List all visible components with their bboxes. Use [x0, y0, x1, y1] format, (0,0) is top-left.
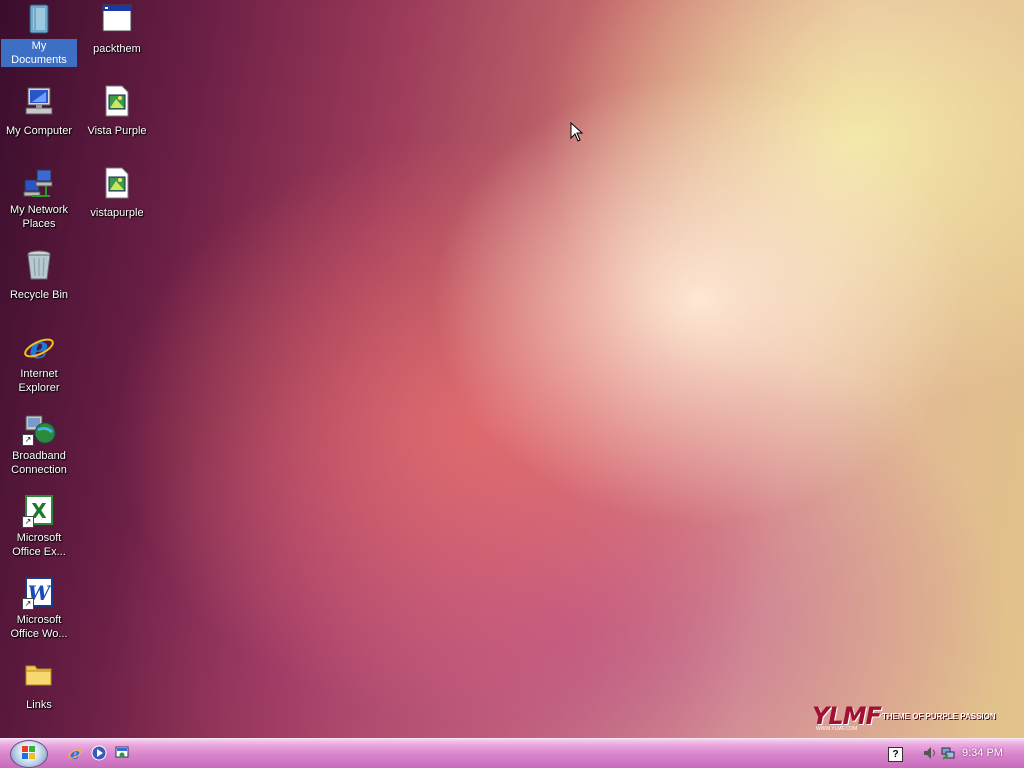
tray-speaker[interactable]	[922, 745, 938, 761]
image-file-icon	[100, 84, 134, 118]
quick-launch-internet-explorer[interactable]: e	[67, 745, 83, 763]
network-places-icon	[22, 166, 56, 200]
start-button[interactable]	[10, 740, 48, 768]
recycle-bin-icon	[22, 248, 56, 282]
excel-icon: X ↗	[22, 494, 56, 528]
desktop-icon-label: My Computer	[5, 125, 73, 137]
desktop[interactable]: My Documents My Computer My Network Plac…	[0, 0, 1024, 738]
shortcut-arrow-icon: ↗	[22, 598, 34, 610]
desktop-icon-label: Links	[26, 699, 52, 711]
show-desktop-icon	[115, 746, 129, 758]
desktop-icon-label: packthem	[93, 43, 141, 55]
desktop-icon-label: Broadband Connection	[11, 450, 67, 476]
svg-text:e: e	[70, 745, 80, 761]
logo-tagline: THEME OF PURPLE PASSION	[882, 712, 996, 721]
desktop-icon-links[interactable]: Links	[1, 658, 77, 713]
tray-help-icon[interactable]: ?	[888, 747, 903, 762]
mouse-cursor-icon	[570, 122, 584, 142]
clock[interactable]: 9:34 PM	[962, 747, 1003, 759]
desktop-icon-my-documents[interactable]: My Documents	[1, 2, 77, 68]
logo-site: WWW.YLMF.COM	[816, 726, 858, 732]
desktop-icon-my-computer[interactable]: My Computer	[1, 84, 77, 139]
desktop-icon-label: Microsoft Office Ex...	[12, 532, 66, 558]
internet-explorer-icon: e	[22, 330, 56, 366]
desktop-icon-label: My Network Places	[9, 204, 69, 230]
desktop-icon-label: Vista Purple	[87, 125, 147, 137]
svg-text:e: e	[29, 331, 48, 364]
shortcut-arrow-icon: ↗	[22, 516, 34, 528]
my-computer-icon	[22, 84, 56, 118]
quick-launch-show-desktop[interactable]	[114, 745, 130, 761]
desktop-icon-label: Recycle Bin	[9, 289, 69, 301]
broadband-connection-icon: ↗	[22, 412, 56, 446]
my-documents-icon	[22, 2, 56, 36]
desktop-icon-vista-purple[interactable]: Vista Purple	[79, 84, 155, 139]
desktop-icon-microsoft-office-excel[interactable]: X ↗ Microsoft Office Ex...	[1, 494, 77, 560]
desktop-icon-recycle-bin[interactable]: Recycle Bin	[1, 248, 77, 303]
speaker-icon	[924, 747, 935, 759]
network-icon	[941, 747, 955, 760]
desktop-icon-vistapurple[interactable]: vistapurple	[79, 166, 155, 221]
application-window-icon	[100, 2, 134, 36]
desktop-icon-label: Microsoft Office Wo...	[10, 614, 68, 640]
desktop-icon-my-network-places[interactable]: My Network Places	[1, 166, 77, 232]
desktop-icon-internet-explorer[interactable]: e Internet Explorer	[1, 330, 77, 396]
taskbar: e ? 9:34 PM	[0, 738, 1024, 768]
quick-launch-media-player[interactable]	[91, 745, 107, 761]
windows-logo-icon	[22, 746, 35, 759]
shortcut-arrow-icon: ↗	[22, 434, 34, 446]
theme-logo: YLMF THEME OF PURPLE PASSION WWW.YLMF.CO…	[812, 702, 1002, 732]
tray-network[interactable]	[940, 745, 956, 761]
desktop-icon-packthem[interactable]: packthem	[79, 2, 155, 57]
image-file-icon	[100, 166, 134, 200]
desktop-icon-label: Internet Explorer	[18, 368, 60, 394]
desktop-icon-label: vistapurple	[90, 207, 144, 219]
desktop-icon-broadband-connection[interactable]: ↗ Broadband Connection	[1, 412, 77, 478]
media-player-icon	[91, 745, 107, 761]
desktop-icon-microsoft-office-word[interactable]: W ↗ Microsoft Office Wo...	[1, 576, 77, 642]
word-icon: W ↗	[22, 576, 56, 610]
folder-icon	[22, 658, 56, 692]
internet-explorer-icon: e	[68, 745, 82, 763]
desktop-icon-label: My Documents	[1, 39, 77, 67]
